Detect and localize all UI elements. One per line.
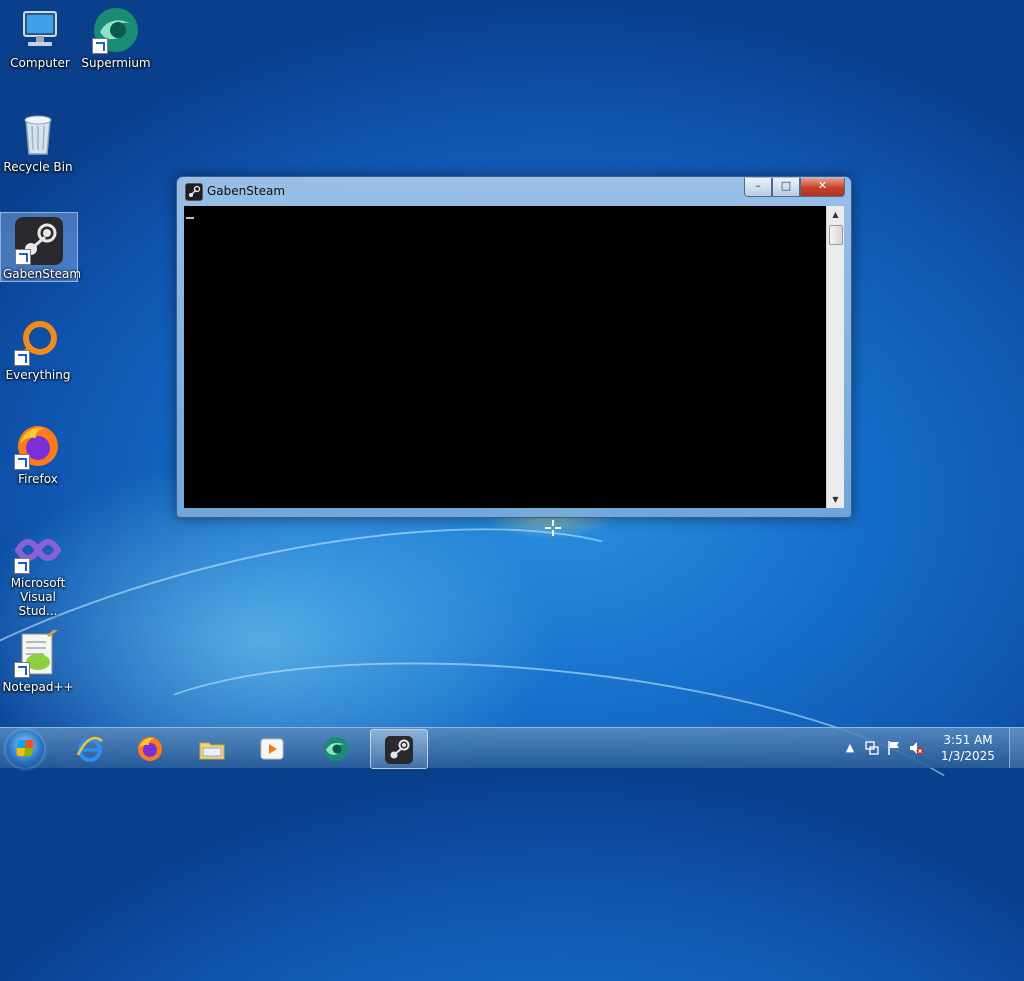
taskbar-clock[interactable]: 3:51 AM 1/3/2025 bbox=[938, 732, 998, 764]
everything-icon bbox=[14, 318, 62, 366]
firefox-icon bbox=[14, 422, 62, 470]
taskbar-internet-explorer[interactable] bbox=[62, 729, 118, 767]
visual-studio-icon bbox=[14, 526, 62, 574]
desktop-icon-gabensteam[interactable]: GabenSteam bbox=[0, 212, 82, 282]
desktop-icon-label: Everything bbox=[5, 368, 71, 382]
mouse-cursor-icon bbox=[545, 520, 561, 536]
shortcut-arrow-icon bbox=[14, 558, 30, 574]
shortcut-arrow-icon bbox=[14, 350, 30, 366]
start-button[interactable] bbox=[6, 730, 44, 768]
desktop-icon-label: Notepad++ bbox=[2, 680, 74, 694]
clock-date: 1/3/2025 bbox=[941, 749, 995, 763]
firefox-icon bbox=[136, 735, 164, 763]
desktop-icon-firefox[interactable]: Firefox bbox=[0, 418, 76, 486]
desktop-icon-label: Supermium bbox=[81, 56, 151, 70]
desktop-icon-label: Firefox bbox=[18, 472, 58, 486]
shortcut-arrow-icon bbox=[14, 454, 30, 470]
desktop-icon-label: Microsoft Visual Stud... bbox=[10, 576, 66, 618]
vertical-scrollbar[interactable]: ▲ ▼ bbox=[826, 206, 844, 508]
taskbar-firefox[interactable] bbox=[122, 729, 178, 767]
folder-icon bbox=[198, 735, 226, 763]
shortcut-arrow-icon bbox=[15, 249, 31, 265]
window-controls: – □ ✕ bbox=[744, 178, 845, 197]
action-center-flag-icon[interactable] bbox=[886, 740, 902, 756]
steam-icon bbox=[385, 736, 413, 764]
scroll-down-button[interactable]: ▼ bbox=[827, 491, 844, 508]
supermium-icon bbox=[92, 6, 140, 54]
desktop-icon-recycle-bin[interactable]: Recycle Bin bbox=[0, 106, 76, 174]
taskbar-gabensteam[interactable] bbox=[370, 729, 428, 769]
close-button[interactable]: ✕ bbox=[800, 178, 845, 197]
window-titlebar[interactable]: GabenSteam – □ ✕ bbox=[177, 177, 851, 205]
console-output-area[interactable] bbox=[184, 206, 826, 508]
show-hidden-icons-button[interactable]: ▲ bbox=[842, 740, 858, 756]
desktop-icon-label: GabenSteam bbox=[3, 267, 82, 281]
shortcut-arrow-icon bbox=[14, 662, 30, 678]
system-tray: ▲ 3:51 AM 1/3/2025 bbox=[834, 728, 1024, 768]
clock-time: 3:51 AM bbox=[943, 733, 993, 747]
notepadpp-icon bbox=[14, 626, 62, 678]
minimize-button[interactable]: – bbox=[744, 178, 772, 197]
text-cursor bbox=[186, 217, 194, 219]
desktop-icon-supermium[interactable]: Supermium bbox=[78, 2, 154, 70]
desktop-icon-label: Recycle Bin bbox=[3, 160, 73, 174]
show-desktop-button[interactable] bbox=[1009, 728, 1024, 768]
volume-muted-icon[interactable] bbox=[908, 740, 924, 756]
window-title: GabenSteam bbox=[207, 184, 286, 198]
scroll-up-button[interactable]: ▲ bbox=[827, 206, 844, 223]
taskbar-supermium[interactable] bbox=[308, 729, 364, 767]
media-player-icon bbox=[258, 735, 286, 763]
gabensteam-console-window[interactable]: GabenSteam – □ ✕ ▲ ▼ bbox=[176, 176, 852, 518]
desktop-icon-visual-studio[interactable]: Microsoft Visual Stud... bbox=[0, 522, 76, 618]
taskbar-media-player[interactable] bbox=[244, 729, 300, 767]
supermium-icon bbox=[322, 735, 350, 763]
recycle-bin-icon bbox=[14, 110, 62, 158]
desktop-icon-label: Computer bbox=[10, 56, 70, 70]
ie-icon bbox=[76, 735, 104, 763]
desktop-icon-everything[interactable]: Everything bbox=[0, 314, 76, 382]
steam-icon bbox=[185, 183, 203, 201]
desktop-icon-computer[interactable]: Computer bbox=[2, 2, 78, 70]
network-icon[interactable] bbox=[864, 740, 880, 756]
taskbar: ▲ 3:51 AM 1/3/2025 bbox=[0, 727, 1024, 769]
computer-icon bbox=[16, 6, 64, 54]
shortcut-arrow-icon bbox=[92, 38, 108, 54]
desktop-icon-notepadpp[interactable]: Notepad++ bbox=[0, 626, 76, 694]
taskbar-file-explorer[interactable] bbox=[184, 729, 240, 767]
maximize-button[interactable]: □ bbox=[772, 178, 800, 197]
scroll-thumb[interactable] bbox=[829, 225, 843, 245]
steam-icon bbox=[15, 217, 63, 265]
